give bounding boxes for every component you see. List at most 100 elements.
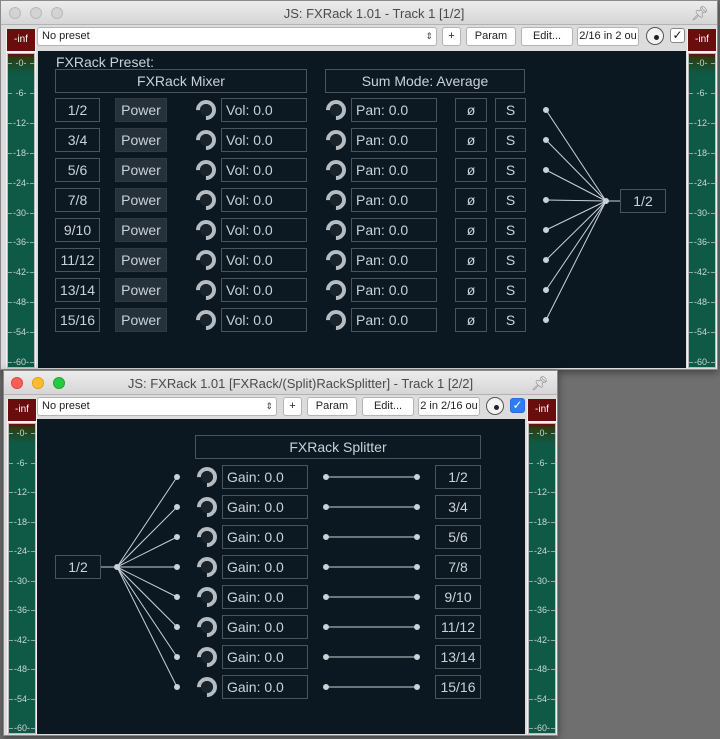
routing-node xyxy=(414,624,420,630)
meter-tick-label: -42- xyxy=(689,267,715,277)
routing-node xyxy=(543,197,549,203)
meter-tick-label: -42- xyxy=(8,267,34,277)
add-preset-button[interactable]: + xyxy=(442,27,461,46)
meter-tick-label: -0- xyxy=(9,428,35,438)
routing-node xyxy=(543,227,549,233)
meter-tick-label: -42- xyxy=(529,635,555,645)
routing-wire xyxy=(545,200,607,231)
title-bar[interactable]: JS: FXRack 1.01 - Track 1 [1/2] 📌︎ xyxy=(1,1,717,25)
meter-tick-label: -48- xyxy=(689,297,715,307)
window-title: JS: FXRack 1.01 - Track 1 [1/2] xyxy=(283,6,465,21)
meter-tick-label: -18- xyxy=(8,148,34,158)
routing-node xyxy=(603,198,609,204)
meter-tick-label: -30- xyxy=(9,576,35,586)
routing-node xyxy=(323,684,329,690)
routing-node xyxy=(323,474,329,480)
meter-tick-label: -60- xyxy=(529,723,555,733)
meter-tick-label: -42- xyxy=(9,635,35,645)
routing-node xyxy=(174,594,180,600)
routing-wire xyxy=(545,199,607,202)
routing-node xyxy=(414,534,420,540)
routing-node xyxy=(174,624,180,630)
edit-button[interactable]: Edit... xyxy=(362,397,414,416)
preset-dropdown[interactable]: No preset ⇕ xyxy=(37,397,277,416)
routing-wire xyxy=(116,566,178,658)
meter-tick-label: -12- xyxy=(9,487,35,497)
mixer-panel: FXRack Preset: FXRack Mixer Sum Mode: Av… xyxy=(38,51,686,368)
routing-node xyxy=(174,654,180,660)
routing-node xyxy=(174,474,180,480)
routing-node xyxy=(323,564,329,570)
input-meter: -inf -0- -6- -12- -18- -24- -30- -36- -42- -48- -… xyxy=(6,29,36,368)
routing-wire xyxy=(545,200,607,291)
routing-node xyxy=(543,137,549,143)
meter-tick-label: -12- xyxy=(529,487,555,497)
routing-node xyxy=(114,564,120,570)
meter-tick-label: -24- xyxy=(8,178,34,188)
routing-node xyxy=(414,474,420,480)
meter-tick-label: -60- xyxy=(9,723,35,733)
routing-wire xyxy=(545,109,607,202)
bypass-checkbox[interactable]: ✓ xyxy=(670,28,685,43)
pin-icon[interactable]: 📌︎ xyxy=(531,375,549,392)
meter-tick-label: -36- xyxy=(8,237,34,247)
edit-button[interactable]: Edit... xyxy=(521,27,573,46)
routing-node xyxy=(414,504,420,510)
close-button[interactable] xyxy=(11,377,23,389)
meter-bar: -0- -6- -12- -18- -24- -30- -36- -42- -48- -54- -6… xyxy=(7,53,35,368)
chevron-updown-icon: ⇕ xyxy=(265,401,273,411)
routing-node xyxy=(323,594,329,600)
chevron-updown-icon: ⇕ xyxy=(425,31,433,41)
routing-wire xyxy=(116,536,178,568)
meter-tick-label: -36- xyxy=(9,605,35,615)
routing-wire xyxy=(116,566,178,628)
routing-wire xyxy=(545,139,607,202)
meter-bar: -0- -6- -12- -18- -24- -30- -36- -42- -48- -54- -6… xyxy=(8,423,36,734)
meter-tick-label: -48- xyxy=(529,664,555,674)
zoom-button[interactable] xyxy=(53,377,65,389)
meter-tick-label: -36- xyxy=(529,605,555,615)
splitter-panel: FXRack Splitter 1/2 Gain: 0.0 1/2 Gain: 0.… xyxy=(37,419,525,734)
minimize-button[interactable] xyxy=(30,7,42,19)
routing-node xyxy=(414,564,420,570)
meter-tick-label: -6- xyxy=(529,458,555,468)
meter-tick-label: -12- xyxy=(8,118,34,128)
preset-dropdown[interactable]: No preset ⇕ xyxy=(37,27,437,46)
pin-icon[interactable]: 📌︎ xyxy=(691,5,709,22)
routing-node xyxy=(414,684,420,690)
routing-wire xyxy=(116,476,178,568)
title-bar[interactable]: JS: FXRack 1.01 [FXRack/(Split)RackSplit… xyxy=(4,371,557,395)
meter-tick-label: -0- xyxy=(689,58,715,68)
close-button[interactable] xyxy=(9,7,21,19)
routing-node xyxy=(543,167,549,173)
io-routing-button[interactable]: 2 in 2/16 ou xyxy=(418,397,480,416)
meter-tick-label: -6- xyxy=(689,88,715,98)
param-button[interactable]: Param xyxy=(307,397,357,416)
output-meter: -inf -0- -6- -12- -18- -24- -30- -36- -42- -48- -… xyxy=(527,399,557,734)
meter-tick-label: -24- xyxy=(529,546,555,556)
mixer-output-pair: 1/2 xyxy=(620,189,666,213)
minimize-button[interactable] xyxy=(32,377,44,389)
routing-wire xyxy=(116,506,178,568)
io-routing-button[interactable]: 2/16 in 2 ou xyxy=(577,27,639,46)
fxrack-mixer-window: JS: FXRack 1.01 - Track 1 [1/2] 📌︎ -inf … xyxy=(0,0,718,370)
wet-knob-icon[interactable] xyxy=(486,397,504,415)
meter-tick-label: -48- xyxy=(8,297,34,307)
bypass-checkbox[interactable]: ✓ xyxy=(510,398,525,413)
wet-knob-icon[interactable] xyxy=(646,27,664,45)
meter-tick-label: -54- xyxy=(689,327,715,337)
meter-tick-label: -30- xyxy=(529,576,555,586)
meter-tick-label: -0- xyxy=(529,428,555,438)
meter-tick-label: -18- xyxy=(689,148,715,158)
add-preset-button[interactable]: + xyxy=(283,397,302,416)
meter-tick-label: -30- xyxy=(8,208,34,218)
meter-tick-label: -18- xyxy=(9,517,35,527)
meter-tick-label: -36- xyxy=(689,237,715,247)
param-button[interactable]: Param xyxy=(466,27,516,46)
routing-wire xyxy=(116,566,178,598)
meter-tick-label: -18- xyxy=(529,517,555,527)
routing-node xyxy=(174,564,180,570)
meter-tick-label: -30- xyxy=(689,208,715,218)
routing-node xyxy=(174,534,180,540)
routing-wire xyxy=(116,566,178,688)
